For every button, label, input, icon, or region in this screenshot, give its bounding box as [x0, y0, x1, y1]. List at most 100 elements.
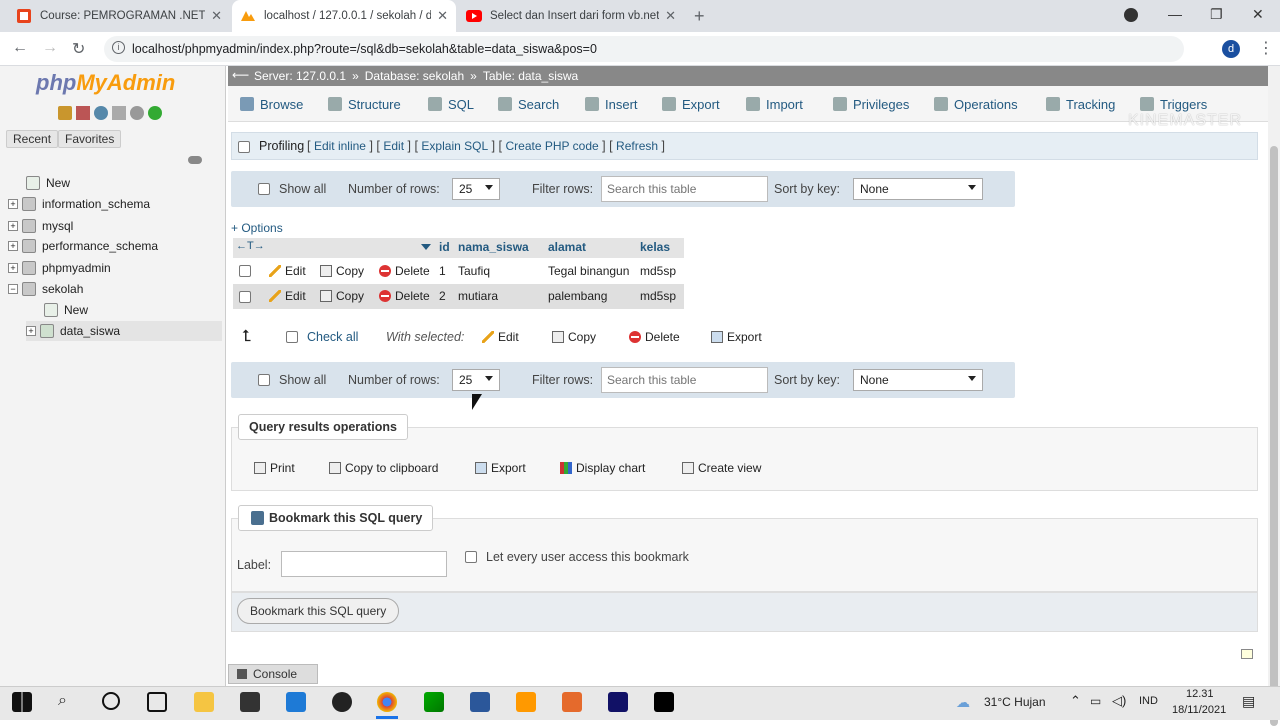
tab-import[interactable]: Import — [746, 86, 803, 122]
tab-sql[interactable]: SQL — [428, 86, 474, 122]
recent-button[interactable]: Recent — [6, 130, 59, 148]
collapse-icon[interactable]: − — [8, 284, 18, 294]
help-icon[interactable] — [94, 106, 108, 120]
bulk-copy-button[interactable]: Copy — [552, 330, 596, 344]
page-scrollbar[interactable] — [1268, 66, 1280, 726]
restore-icon[interactable]: ❐ — [1210, 6, 1223, 23]
number-of-rows-select[interactable]: 25 — [452, 178, 500, 200]
forward-icon[interactable]: → — [42, 39, 58, 57]
print-button[interactable]: Print — [254, 461, 295, 475]
bookmark-sql-query-button[interactable]: Bookmark this SQL query — [237, 598, 400, 624]
column-header-nama-siswa[interactable]: nama_siswa — [458, 240, 529, 256]
expand-icon[interactable]: + — [26, 326, 36, 336]
info-icon[interactable]: i — [112, 41, 125, 54]
tree-item-performance-schema[interactable]: + performance_schema — [8, 236, 158, 256]
console-toggle[interactable]: Console — [228, 664, 318, 684]
xampp-icon[interactable] — [562, 692, 582, 712]
options-link[interactable]: + Options — [231, 221, 283, 235]
tree-item-sekolah[interactable]: − sekolah — [8, 279, 83, 299]
notifications-icon[interactable]: ▤ — [1242, 693, 1255, 710]
edit-inline-link[interactable]: Edit inline — [314, 139, 366, 153]
every-user-checkbox[interactable] — [465, 551, 477, 563]
tab-operations[interactable]: Operations — [934, 86, 1018, 122]
explain-sql-link[interactable]: Explain SQL — [421, 139, 488, 153]
menu-icon[interactable]: ⋮ — [1258, 38, 1274, 58]
row-delete-button[interactable]: Delete — [379, 289, 430, 303]
show-all-checkbox[interactable] — [258, 374, 270, 386]
store-icon[interactable] — [240, 692, 260, 712]
sort-by-key-select[interactable]: None — [853, 178, 983, 200]
link-icon[interactable] — [188, 156, 202, 164]
page-settings-icon[interactable] — [1241, 649, 1253, 659]
cell-kelas[interactable]: md5sp — [640, 264, 676, 278]
check-all-label[interactable]: Check all — [307, 330, 358, 344]
scrollbar-thumb[interactable] — [1270, 146, 1278, 726]
export-results-button[interactable]: Export — [475, 461, 526, 475]
breadcrumb-server[interactable]: Server: 127.0.0.1 — [254, 69, 346, 83]
clock-time[interactable]: 12.31 — [1186, 688, 1214, 700]
sort-by-key-select[interactable]: None — [853, 369, 983, 391]
tab-export[interactable]: Export — [662, 86, 720, 122]
tab-privileges[interactable]: Privileges — [833, 86, 909, 122]
expand-icon[interactable]: + — [8, 221, 18, 231]
filter-rows-input[interactable] — [601, 176, 768, 202]
chrome-icon[interactable] — [377, 692, 397, 712]
mail-icon[interactable] — [286, 692, 306, 712]
network-icon[interactable]: ▭ — [1090, 694, 1101, 708]
row-copy-button[interactable]: Copy — [320, 289, 364, 303]
cell-id[interactable]: 2 — [439, 289, 446, 303]
clock-date[interactable]: 18/11/2021 — [1172, 704, 1226, 716]
powershell-icon[interactable] — [608, 692, 628, 712]
row-checkbox[interactable] — [239, 265, 251, 277]
number-of-rows-select[interactable]: 25 — [452, 369, 500, 391]
filter-rows-input[interactable] — [601, 367, 768, 393]
cell-nama-siswa[interactable]: Taufiq — [458, 264, 490, 278]
tab-structure[interactable]: Structure — [328, 86, 401, 122]
refresh-link[interactable]: Refresh — [616, 139, 658, 153]
minimize-icon[interactable]: — — [1168, 6, 1182, 22]
logout-icon[interactable] — [76, 106, 90, 120]
row-delete-button[interactable]: Delete — [379, 264, 430, 278]
bulk-export-button[interactable]: Export — [711, 330, 762, 344]
breadcrumb-table[interactable]: Table: data_siswa — [483, 69, 578, 83]
tree-item-phpmyadmin[interactable]: + phpmyadmin — [8, 258, 111, 278]
cell-id[interactable]: 1 — [439, 264, 446, 278]
terminal-icon[interactable] — [654, 692, 674, 712]
media-icon[interactable] — [1124, 8, 1138, 22]
phpmyadmin-logo[interactable]: phpMyAdmin — [36, 70, 175, 96]
copy-to-clipboard-button[interactable]: Copy to clipboard — [329, 461, 438, 475]
profiling-checkbox[interactable] — [238, 141, 250, 153]
word-icon[interactable] — [470, 692, 490, 712]
cell-alamat[interactable]: palembang — [548, 289, 607, 303]
edit-link[interactable]: Edit — [383, 139, 404, 153]
column-resize-arrows-icon[interactable]: ←T→ — [236, 240, 265, 252]
profile-avatar[interactable]: d — [1222, 40, 1240, 58]
close-icon[interactable]: ✕ — [431, 8, 448, 24]
create-view-button[interactable]: Create view — [682, 461, 761, 475]
tree-item-new[interactable]: New — [26, 173, 70, 193]
browser-tab-youtube[interactable]: Select dan Insert dari form vb.net ✕ — [458, 0, 684, 32]
search-icon[interactable]: ⌕ — [58, 692, 67, 710]
close-icon[interactable]: ✕ — [205, 8, 222, 24]
windows-start-icon[interactable] — [12, 692, 32, 712]
bulk-delete-button[interactable]: Delete — [629, 330, 680, 344]
file-explorer-icon[interactable] — [194, 692, 214, 712]
create-php-code-link[interactable]: Create PHP code — [506, 139, 599, 153]
breadcrumb-database[interactable]: Database: sekolah — [365, 69, 464, 83]
tree-item-data-siswa[interactable]: + data_siswa — [26, 321, 222, 341]
bulk-edit-button[interactable]: Edit — [482, 330, 519, 344]
language-indicator[interactable]: IND — [1139, 695, 1158, 707]
browser-tab-course[interactable]: Course: PEMROGRAMAN .NET L ✕ — [8, 0, 230, 32]
tab-search[interactable]: Search — [498, 86, 559, 122]
window-close-icon[interactable]: ✕ — [1252, 6, 1264, 23]
column-header-id[interactable]: id — [439, 240, 450, 256]
bookmark-label-input[interactable] — [281, 551, 447, 577]
task-view-icon[interactable] — [147, 692, 167, 712]
cell-alamat[interactable]: Tegal binangun — [548, 264, 629, 278]
tree-item-new-table[interactable]: New — [44, 300, 88, 320]
row-copy-button[interactable]: Copy — [320, 264, 364, 278]
row-checkbox[interactable] — [239, 291, 251, 303]
new-tab-icon[interactable]: + — [694, 6, 705, 27]
tree-item-mysql[interactable]: + mysql — [8, 216, 73, 236]
browser-tab-phpmyadmin[interactable]: localhost / 127.0.0.1 / sekolah / d ✕ — [232, 0, 456, 32]
